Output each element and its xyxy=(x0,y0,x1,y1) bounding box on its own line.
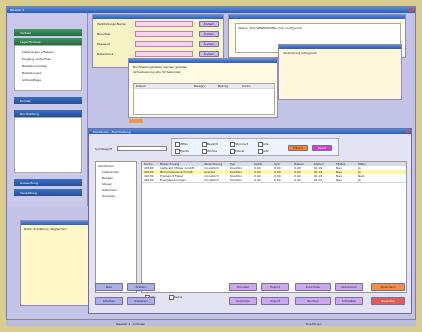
form-change-button[interactable]: Ändern xyxy=(199,31,219,37)
notes-text: Notiz: Kreditoren abgleichen xyxy=(24,227,67,231)
sidebar-group-label: Lager/Einkauf xyxy=(20,40,41,44)
user-field[interactable] xyxy=(135,31,193,37)
sidebar-item[interactable]: Lieferungen erfassen xyxy=(17,50,77,54)
filter-reset-button[interactable]: Reset xyxy=(312,145,332,151)
status-text: Verbindung erfolgreich xyxy=(283,51,318,55)
main-window-titlebar: Kreditoren - Buchhaltung xyxy=(89,129,411,134)
status-bar: Weeder 4 - Initialen Kreditoren xyxy=(6,319,416,326)
tree-item[interactable]: Kreditoren xyxy=(98,164,114,168)
list-info-line: Aktualisierung alle 30 Sekunden xyxy=(133,70,182,74)
status-window-titlebar xyxy=(279,45,401,49)
password-field[interactable] xyxy=(135,41,193,47)
main-window-title: Kreditoren - Buchhaltung xyxy=(93,130,131,134)
notes-window: Notiz: Kreditoren abgleichen xyxy=(20,220,92,306)
new-button[interactable]: Neu xyxy=(95,283,123,291)
delete-button[interactable]: Löschen xyxy=(95,297,123,305)
search-label: Suchbegriff xyxy=(95,147,113,151)
form-window-titlebar xyxy=(93,15,223,19)
sidebar-group-label: Buchhaltung xyxy=(20,112,39,116)
sidebar-panel-lager: Lieferungen erfassen Eingang verbuchen B… xyxy=(14,45,82,91)
tree-item[interactable]: Banken xyxy=(102,176,113,180)
list-window: Buchhaltungsdaten werden geladen Aktuali… xyxy=(128,58,278,123)
close-button[interactable]: Schließen xyxy=(335,297,363,305)
form-field-row: Datenbank Ändern xyxy=(97,51,221,57)
sidebar-group-lager[interactable]: Lager/Einkauf xyxy=(14,38,82,45)
table-row[interactable]: 40140 Energieversorger monatlich Kredito… xyxy=(142,178,406,183)
filter-apply-button[interactable]: Filtern xyxy=(288,145,308,151)
post-button[interactable]: Buchen xyxy=(295,297,331,305)
exit-button[interactable]: Beenden xyxy=(371,297,405,305)
sidebar-group-verwaltung[interactable]: Verwaltung xyxy=(14,189,82,196)
tree-item[interactable]: Diverses xyxy=(102,194,115,198)
sidebar-group-label: Verkauf xyxy=(20,31,32,35)
close-icon[interactable] xyxy=(409,8,413,12)
sidebar-item[interactable]: Eingang verbuchen xyxy=(17,57,77,61)
database-field[interactable] xyxy=(135,51,193,57)
copy-button[interactable]: Kopieren xyxy=(127,297,155,305)
form-change-button[interactable]: Ändern xyxy=(199,51,219,57)
import-button[interactable]: Import xyxy=(261,297,289,305)
list-info-line: Buchhaltungsdaten werden geladen xyxy=(133,65,188,69)
sidebar-group-label: Kunden xyxy=(20,99,32,103)
sidebar-item[interactable]: Bestellvorschlag xyxy=(17,64,77,68)
search-input[interactable] xyxy=(117,146,167,151)
main-window: Kreditoren - Buchhaltung Suchbegriff Off… xyxy=(88,128,412,314)
cancel-button[interactable]: Abbrechen xyxy=(335,283,363,291)
sidebar-group-label: Verwaltung xyxy=(20,191,37,195)
save-button[interactable]: Speichern xyxy=(371,283,405,291)
status-bar-right: Kreditoren xyxy=(306,322,322,326)
sidebar-group-label: Auswertung xyxy=(20,181,38,185)
tree-item[interactable]: Steuer xyxy=(102,182,112,186)
sidebar: Verkauf Lager/Einkauf Lieferungen erfass… xyxy=(8,13,88,206)
assign-button[interactable]: Zuordnen xyxy=(295,283,331,291)
sidebar-group-kunden[interactable]: Kunden xyxy=(14,97,82,104)
info-window-titlebar xyxy=(229,15,405,19)
edit-button[interactable]: Ändern xyxy=(127,283,155,291)
status-window: Verbindung erfolgreich xyxy=(278,44,402,100)
notes-window-titlebar xyxy=(21,221,91,225)
status-bar-left: Weeder 4 - Initialen xyxy=(116,322,146,326)
sidebar-group-verkauf[interactable]: Verkauf xyxy=(14,29,82,36)
form-change-button[interactable]: Ändern xyxy=(199,21,219,27)
data-grid[interactable]: Konto Bezeichnung Abrechnung Typ Saldo S… xyxy=(141,161,407,293)
sidebar-panel-buchhaltung xyxy=(14,117,82,173)
print-button[interactable]: Drucken xyxy=(229,283,257,291)
form-change-button[interactable]: Ändern xyxy=(199,41,219,47)
tree-item[interactable]: Gebühren xyxy=(102,188,117,192)
app-title: Weeder 4 xyxy=(10,8,25,12)
list-grid-header: Datum Belegnr Betrag Konto xyxy=(134,84,274,89)
form-field-row: Passwort Ändern xyxy=(97,41,221,47)
list-orange-marker[interactable] xyxy=(129,119,143,123)
list-grid[interactable]: Datum Belegnr Betrag Konto xyxy=(133,83,275,115)
sidebar-item[interactable]: Bestellungen xyxy=(17,71,77,75)
sidebar-item[interactable]: Artikelpflege xyxy=(17,78,77,82)
preview-button[interactable]: Vorschau xyxy=(229,297,257,305)
check-none-label: Keine xyxy=(174,295,183,299)
tree-item[interactable]: Lieferanten xyxy=(102,170,119,174)
export-button[interactable]: Export xyxy=(261,283,289,291)
filter-group: Offen Bezahlt Storniert Alle Heute Woche… xyxy=(171,138,339,156)
close-icon[interactable] xyxy=(406,130,409,133)
list-window-titlebar xyxy=(129,59,277,63)
form-field-row: Verbindungs-Name Ändern xyxy=(97,21,221,27)
sidebar-group-buchhaltung[interactable]: Buchhaltung xyxy=(14,110,82,117)
tree-panel: Kreditoren Lieferanten Banken Steuer Geb… xyxy=(95,161,137,293)
sidebar-group-auswertung[interactable]: Auswertung xyxy=(14,179,82,186)
connection-name-field[interactable] xyxy=(135,21,193,27)
form-field-row: Benutzer Ändern xyxy=(97,31,221,37)
